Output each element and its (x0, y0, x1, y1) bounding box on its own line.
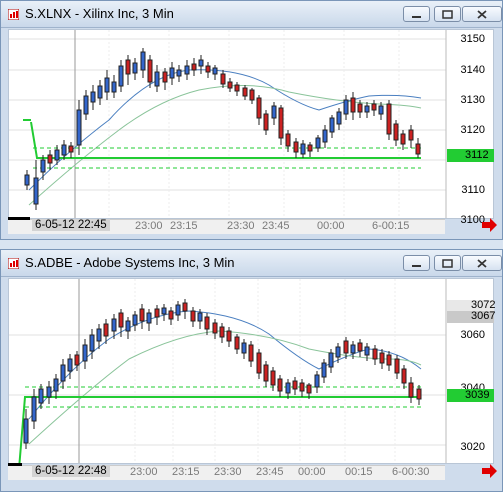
x-tick: 23:45 (262, 220, 290, 232)
window-title: S.ADBE - Adobe Systems Inc, 3 Min (25, 255, 235, 270)
maximize-icon (442, 259, 453, 268)
chart-app-icon (8, 9, 19, 20)
x-tick: 6-00:15 (372, 220, 410, 232)
x-tick: 23:15 (172, 466, 200, 478)
maximize-icon (442, 10, 453, 19)
x-tick: 23:30 (227, 220, 255, 232)
maximize-button[interactable] (434, 6, 461, 22)
minimize-button[interactable] (403, 6, 430, 22)
axis-mark (8, 217, 30, 220)
x-tick: 00:15 (345, 466, 373, 478)
last-price-label: 3112 (465, 149, 489, 161)
y-tick: 3150 (460, 33, 485, 45)
right-arrow-icon[interactable] (482, 464, 498, 478)
current-date-label: 6-05-12 22:48 (32, 465, 110, 477)
x-tick: 00:00 (298, 466, 326, 478)
minimize-button[interactable] (403, 255, 430, 271)
y-tick: 3130 (460, 94, 485, 106)
y-tick: 3110 (461, 184, 485, 196)
minimize-icon (412, 16, 421, 18)
close-icon (477, 259, 487, 268)
x-tick: 00:00 (317, 220, 345, 232)
candlestick-plot (9, 30, 447, 218)
axis-mark (8, 463, 22, 466)
close-button[interactable] (462, 6, 502, 22)
y-tick: 3140 (460, 64, 485, 76)
x-tick: 23:00 (135, 220, 163, 232)
x-tick: 6-00:30 (392, 466, 430, 478)
chart-window-adbe: S.ADBE - Adobe Systems Inc, 3 Min 3072 3… (0, 249, 503, 492)
time-axis[interactable]: 6-05-12 22:48 23:00 23:15 23:30 23:45 00… (8, 463, 445, 480)
last-price-label: 3039 (465, 389, 490, 401)
price-chart[interactable]: 3072 3067 3060 3040 3020 3039 (8, 278, 496, 464)
maximize-button[interactable] (434, 255, 461, 271)
candlestick-plot (9, 279, 447, 463)
x-tick: 23:30 (214, 466, 242, 478)
chart-app-icon (8, 258, 19, 269)
y-tick: 3120 (460, 124, 485, 136)
time-axis[interactable]: 6-05-12 22:45 23:00 23:15 23:30 23:45 00… (8, 217, 445, 234)
y-tick: 3060 (460, 329, 485, 341)
right-arrow-icon[interactable] (482, 218, 498, 232)
close-button[interactable] (462, 255, 502, 271)
x-tick: 23:45 (256, 466, 284, 478)
minimize-icon (412, 265, 421, 267)
chart-window-xlnx: S.XLNX - Xilinx Inc, 3 Min 3150 3140 313… (0, 0, 503, 240)
x-tick: 23:00 (130, 466, 158, 478)
titlebar[interactable]: S.XLNX - Xilinx Inc, 3 Min (1, 1, 502, 28)
titlebar[interactable]: S.ADBE - Adobe Systems Inc, 3 Min (1, 250, 502, 277)
window-title: S.XLNX - Xilinx Inc, 3 Min (25, 6, 174, 21)
price-badge-mid-label: 3067 (471, 310, 496, 322)
y-tick: 3020 (460, 441, 485, 453)
x-tick: 23:15 (170, 220, 198, 232)
close-icon (477, 10, 487, 19)
price-chart[interactable]: 3150 3140 3130 3120 3110 3100 3112 (8, 29, 494, 226)
current-date-label: 6-05-12 22:45 (32, 219, 110, 231)
